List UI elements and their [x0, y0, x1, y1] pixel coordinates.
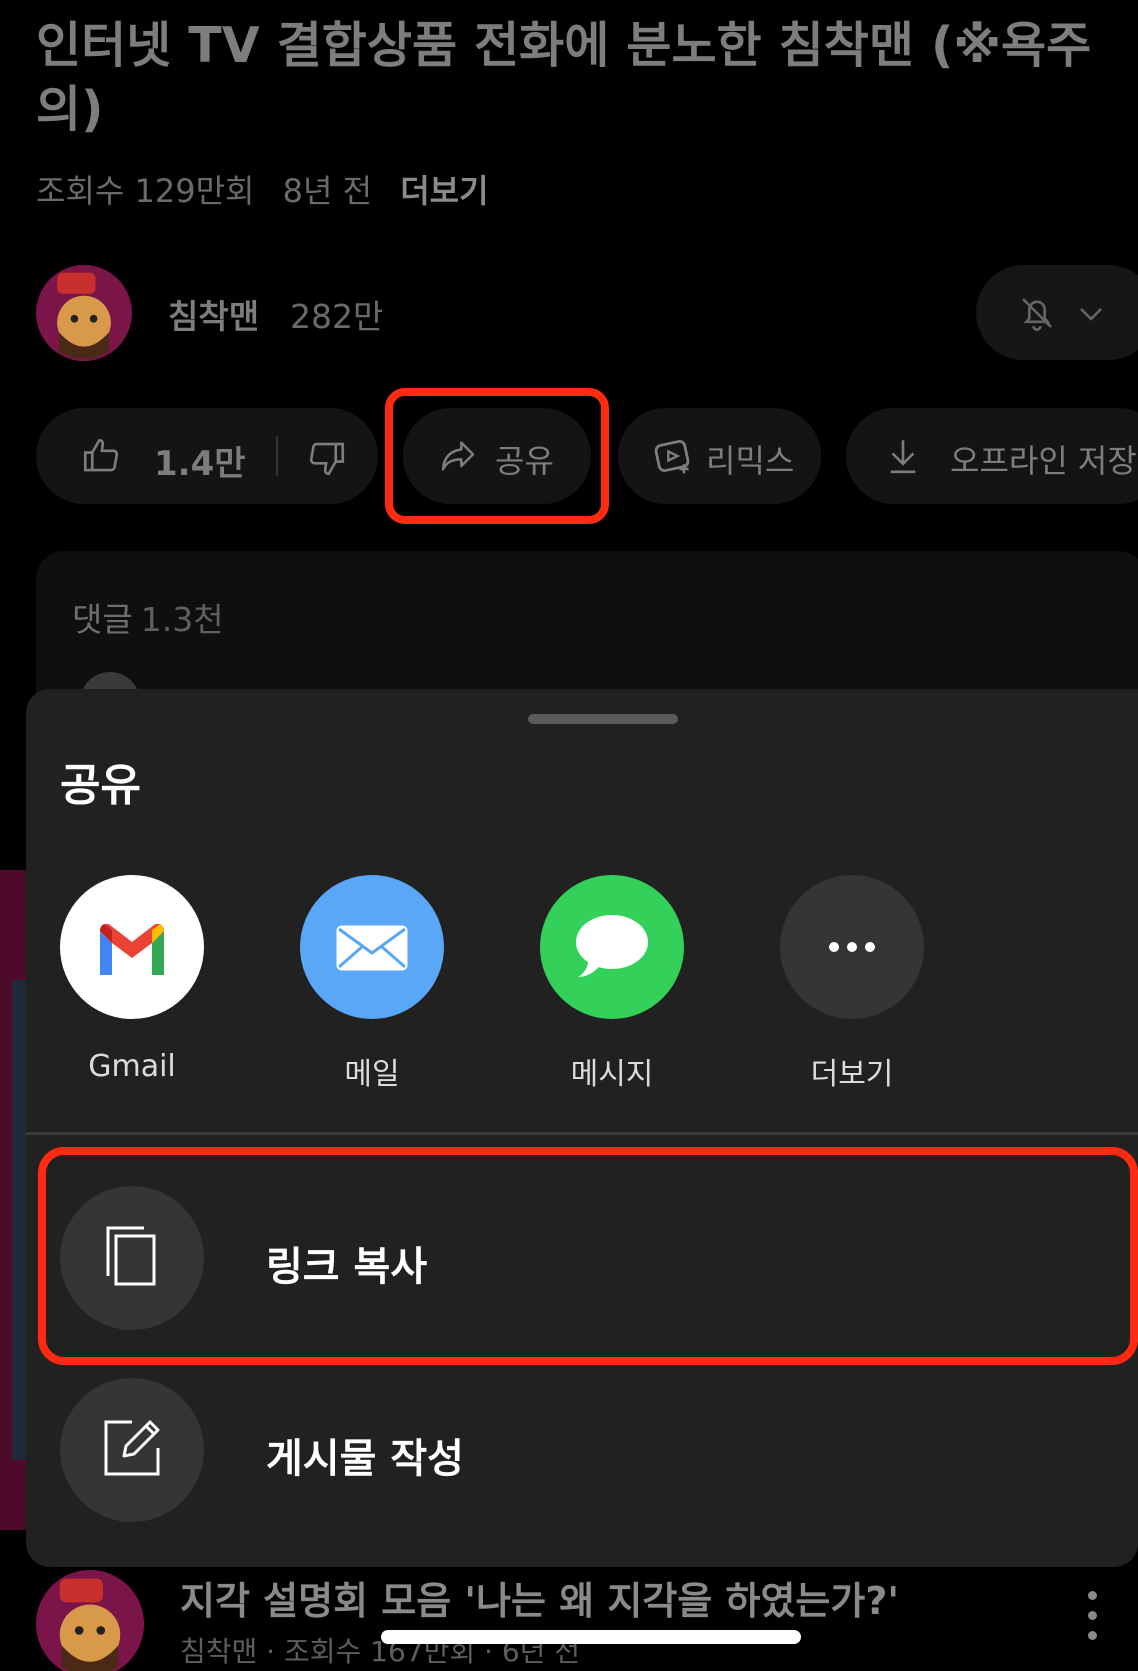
more-icon — [780, 875, 924, 1019]
bell-off-icon — [1022, 298, 1052, 331]
video-meta: 조회수 129만회 8년 전 더보기 — [36, 166, 507, 212]
share-sheet-title: 공유 — [60, 760, 141, 811]
messages-icon — [540, 875, 684, 1019]
comments-label: 댓글 — [72, 600, 133, 639]
create-post-row[interactable]: 게시물 작성 — [60, 1378, 1110, 1522]
download-label: 오프라인 저장 — [950, 442, 1137, 480]
remix-label: 리믹스 — [706, 442, 795, 480]
description-more-link[interactable]: 더보기 — [400, 172, 488, 210]
next-video-title[interactable]: 지각 설명회 모음 '나는 왜 지각을 하였는가?' — [180, 1570, 899, 1625]
mail-icon — [300, 875, 444, 1019]
sheet-divider — [26, 1132, 1138, 1135]
download-icon — [890, 440, 916, 474]
like-divider — [276, 436, 278, 476]
share-app-gmail[interactable]: Gmail — [60, 875, 204, 1084]
chevron-down-icon — [1080, 308, 1102, 321]
remix-icon — [654, 440, 690, 474]
share-app-more[interactable]: 더보기 — [780, 875, 924, 1093]
download-button[interactable]: 오프라인 저장 — [846, 408, 1138, 504]
channel-avatar[interactable] — [36, 265, 132, 361]
share-app-label: Gmail — [88, 1049, 176, 1084]
view-count: 조회수 129만회 — [36, 172, 255, 210]
remix-button[interactable]: 리믹스 — [618, 408, 821, 504]
share-app-label: 메시지 — [570, 1057, 654, 1092]
background-thumbnail-edge — [0, 870, 26, 1530]
subscriber-count: 282만 — [290, 297, 384, 336]
edit-post-icon — [60, 1378, 204, 1522]
share-app-mail[interactable]: 메일 — [300, 875, 444, 1093]
share-app-messages[interactable]: 메시지 — [540, 875, 684, 1093]
comments-header: 댓글 1.3천 — [72, 593, 224, 641]
thumbs-down-icon[interactable] — [306, 437, 348, 479]
subscription-notification-button[interactable] — [976, 265, 1138, 360]
like-dislike-pill: 1.4만 — [36, 408, 378, 504]
upload-age: 8년 전 — [282, 172, 373, 210]
video-title[interactable]: 인터넷 TV 결합상품 전화에 분노한 침착맨 (※욕주의) — [36, 14, 1096, 142]
share-app-label: 메일 — [344, 1057, 400, 1092]
copy-link-highlight-box — [38, 1147, 1138, 1365]
channel-name[interactable]: 침착맨 — [168, 290, 259, 338]
next-video-channel-avatar[interactable] — [36, 1570, 144, 1671]
comments-count: 1.3천 — [140, 600, 224, 639]
thumbs-up-icon[interactable] — [80, 435, 122, 477]
share-sheet: 공유 Gmail 메일 메시지 더보기 링크 복사 게시물 작성 — [26, 689, 1138, 1567]
sheet-drag-handle[interactable] — [528, 714, 678, 724]
share-highlight-box — [385, 388, 609, 524]
more-options-icon[interactable] — [1082, 1585, 1102, 1645]
share-app-label: 더보기 — [810, 1057, 894, 1092]
home-indicator[interactable] — [381, 1630, 801, 1644]
create-post-label: 게시물 작성 — [266, 1436, 464, 1482]
gmail-icon — [60, 875, 204, 1019]
like-count[interactable]: 1.4만 — [154, 436, 246, 485]
